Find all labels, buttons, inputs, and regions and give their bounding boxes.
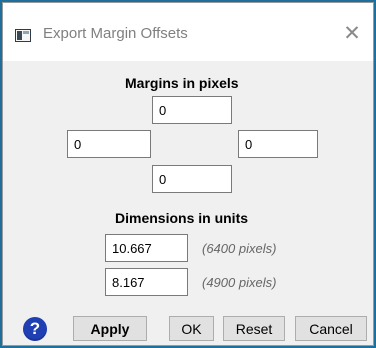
export-margin-offsets-dialog: Export Margin Offsets ✕ Margins in pixel… (2, 2, 374, 346)
dialog-title: Export Margin Offsets (43, 25, 188, 42)
close-button[interactable]: ✕ (341, 22, 363, 44)
height-pixels-hint: (4900 pixels) (202, 275, 277, 290)
cancel-button[interactable]: Cancel (295, 316, 367, 341)
margin-top-input[interactable] (152, 96, 232, 124)
reset-button[interactable]: Reset (223, 316, 285, 341)
help-icon[interactable]: ? (23, 317, 47, 341)
margin-bottom-input[interactable] (152, 165, 232, 193)
margin-right-input[interactable] (238, 130, 318, 158)
title-bar[interactable]: Export Margin Offsets ✕ (3, 3, 373, 61)
app-window-icon (15, 29, 31, 42)
width-pixels-hint: (6400 pixels) (202, 241, 277, 256)
ok-button[interactable]: OK (169, 316, 214, 341)
margin-left-input[interactable] (67, 130, 151, 158)
margins-heading: Margins in pixels (125, 75, 239, 91)
width-units-input[interactable] (105, 234, 188, 262)
close-icon: ✕ (343, 21, 361, 45)
height-units-input[interactable] (105, 268, 188, 296)
dimensions-heading: Dimensions in units (115, 210, 249, 226)
apply-button[interactable]: Apply (73, 316, 147, 341)
